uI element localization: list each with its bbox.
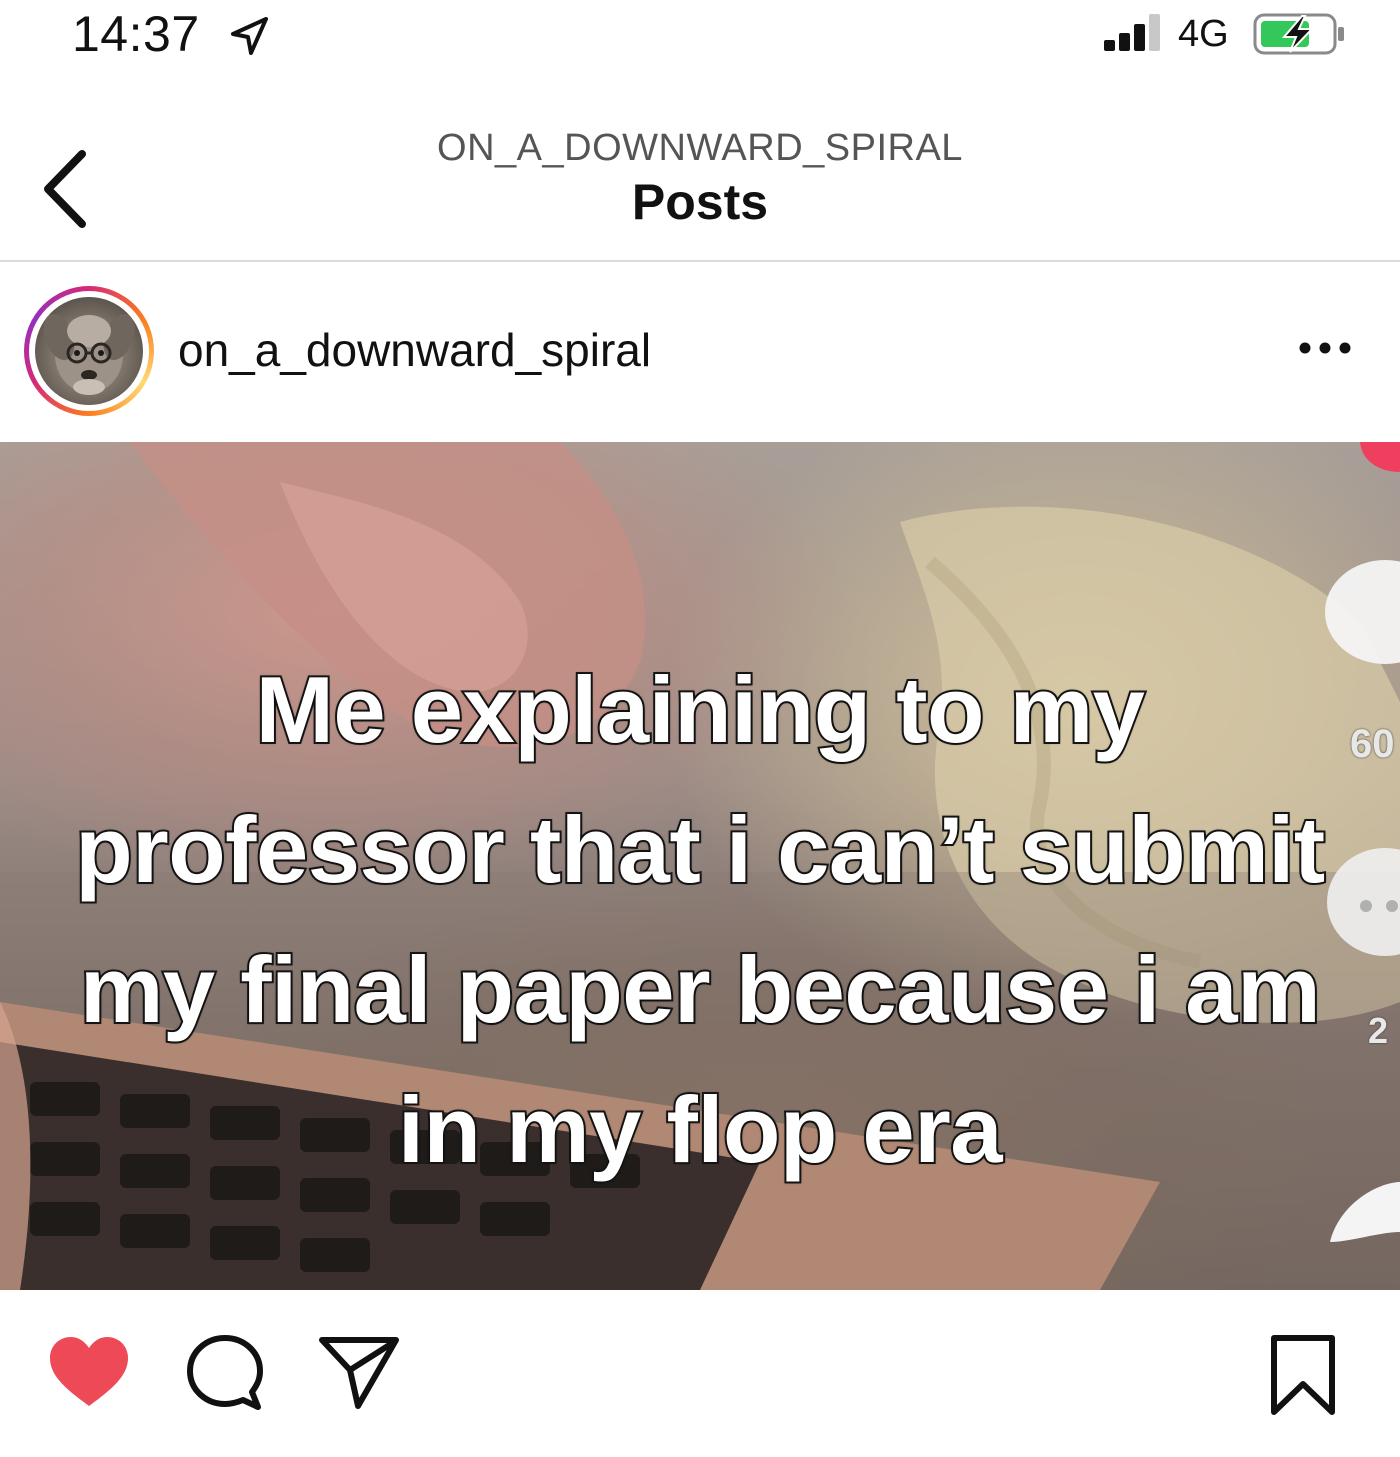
comment-bubble-icon	[187, 1335, 263, 1410]
account-name: ON_A_DOWNWARD_SPIRAL	[437, 127, 963, 169]
heart-icon	[50, 1337, 128, 1406]
save-button[interactable]	[1268, 1334, 1338, 1416]
network-type-label: 4G	[1178, 13, 1229, 55]
post-action-bar	[0, 1290, 1400, 1457]
status-bar: 14:37 4G	[0, 0, 1400, 80]
post-username[interactable]: on_a_downward_spiral	[178, 324, 651, 376]
caption-line: my final paper because i am	[78, 935, 1323, 1044]
caption-line: in my flop era	[396, 1075, 1005, 1184]
avatar	[35, 297, 143, 405]
share-button[interactable]	[318, 1334, 400, 1410]
status-time: 14:37	[72, 6, 200, 62]
like-button[interactable]	[46, 1334, 132, 1410]
battery-charging-icon	[1252, 12, 1348, 56]
ellipsis-icon	[1299, 342, 1351, 354]
post-header: on_a_downward_spiral	[0, 262, 1400, 442]
bookmark-icon	[1271, 1335, 1335, 1415]
avatar-story-ring[interactable]	[24, 286, 154, 416]
caption-line: professor that i can’t submit	[73, 795, 1327, 904]
page-title: Posts	[631, 174, 769, 230]
paper-plane-icon	[319, 1337, 399, 1409]
signal-bars-icon	[1100, 12, 1168, 52]
nav-header: ON_A_DOWNWARD_SPIRAL Posts	[0, 100, 1400, 262]
meme-caption: Me explaining to my professor that i can…	[0, 640, 1400, 1200]
more-options-button[interactable]	[1290, 326, 1360, 370]
comment-button[interactable]	[186, 1334, 264, 1412]
post-media[interactable]: 60 2 Me explaining to my professor that …	[0, 442, 1400, 1290]
location-arrow-icon	[228, 14, 272, 58]
caption-line: Me explaining to my	[254, 655, 1147, 764]
